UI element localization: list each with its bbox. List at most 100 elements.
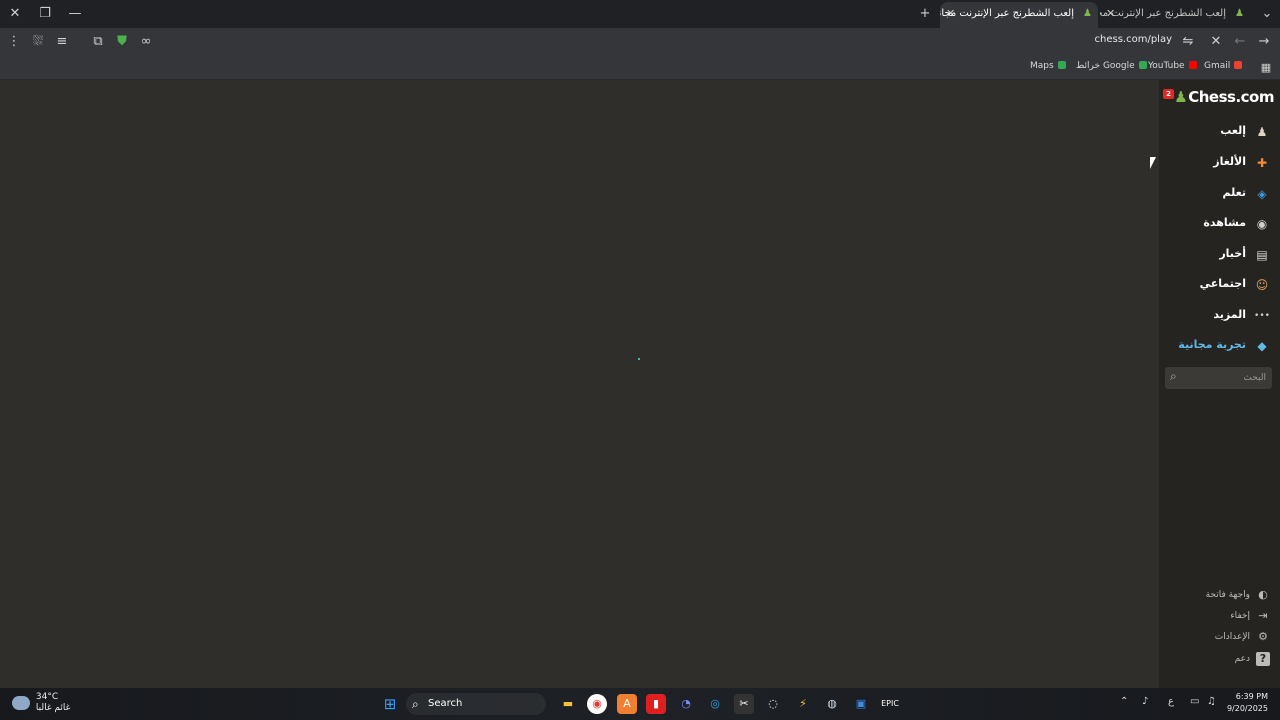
clock-time: 6:39 PM (1235, 692, 1268, 701)
nav-label: الألغاز (1213, 155, 1246, 168)
puzzle-icon: ✚ (1256, 156, 1268, 170)
weather-desc: غائم غالبا (35, 703, 71, 713)
nav-item-puzzles[interactable]: ✚ الألغاز (1159, 149, 1280, 177)
language-indicator[interactable]: ع (1168, 696, 1174, 707)
search-icon: ⌕ (412, 697, 419, 711)
gmail-icon (1234, 61, 1243, 69)
app-circle-icon[interactable]: ◌ (763, 694, 783, 714)
browser-toolbar: ⋮ ⛆ ≡ ⧉ ⛊ ∞ ☆ chess.com/play ⇋ ✕ ← → (0, 28, 1280, 56)
new-tab-button[interactable]: + (910, 0, 940, 28)
back-icon[interactable]: ← (1230, 32, 1250, 52)
apps-grid-icon[interactable]: ▦ (1256, 58, 1276, 78)
app-a-icon[interactable]: A (617, 694, 637, 714)
sidebar-search[interactable]: ⌕ (1165, 367, 1272, 389)
chess-sidebar: 2 ♟Chess.com ♟ إلعب ✚ الألغاز ◈ تعلم ◉ م… (1159, 80, 1280, 688)
clock-date: 9/20/2025 (1226, 704, 1268, 713)
chess-favicon-icon: ♟ (1083, 8, 1092, 19)
collapse-icon: ⇥ (1258, 609, 1268, 622)
tab-search-icon[interactable]: ⌄ (1252, 0, 1280, 28)
taskbar-search[interactable]: ⌕ Search (406, 693, 546, 715)
app-red-icon[interactable]: ▮ (646, 694, 666, 714)
incognito-icon[interactable]: ∞ (136, 32, 156, 52)
maps-icon (1057, 61, 1066, 69)
logo-text: Chess.com (1188, 88, 1274, 106)
clock[interactable]: 6:39 PM 9/20/2025 (1227, 691, 1268, 715)
bookmark-google-maps[interactable]: خرائط Google (1076, 61, 1147, 71)
tab-title: إلعب الشطرنج عبر الإنترنت مجاناً (940, 8, 1074, 19)
social-icon: ☺ (1255, 278, 1269, 292)
windows-start-icon[interactable]: ⊞ (380, 694, 400, 714)
search-label: Search (428, 698, 463, 709)
footer-support[interactable]: ? دعم (1159, 651, 1280, 669)
learn-icon: ◈ (1257, 187, 1267, 201)
epic-games-icon[interactable]: EPIC (880, 694, 900, 714)
nav-label: مشاهدة (1203, 216, 1246, 229)
nav-label: إلعب (1220, 124, 1246, 137)
youtube-icon (1188, 61, 1197, 69)
footer-light-theme[interactable]: ◐ واجهة فاتحة (1159, 587, 1280, 605)
help-icon: ? (1256, 652, 1270, 666)
url-text[interactable]: chess.com/play (1095, 34, 1173, 45)
window-restore-icon[interactable]: ❐ (30, 0, 60, 28)
tray-chevron-icon[interactable]: ⌃ (1120, 696, 1128, 707)
forward-icon[interactable]: → (1254, 32, 1274, 52)
tab-chess[interactable]: ✕ إلعب الشطرنج عبر الإنترنت مجاناً ♟ (1100, 2, 1250, 28)
nav-item-learn[interactable]: ◈ تعلم (1159, 180, 1280, 208)
extension-icon[interactable]: ⛆ (28, 32, 48, 52)
microphone-icon[interactable]: ♪ (1142, 696, 1148, 707)
stop-icon[interactable]: ✕ (1206, 32, 1226, 52)
bookmark-youtube[interactable]: YouTube (1148, 61, 1197, 71)
chess-favicon-icon: ♟ (1235, 8, 1244, 19)
tab-chess-active[interactable]: ✕ إلعب الشطرنج عبر الإنترنت مجاناً ♟ (940, 2, 1098, 28)
weather-temp: 34°C (35, 692, 59, 702)
nav-item-news[interactable]: ▤ أخبار (1159, 241, 1280, 269)
search-icon[interactable]: ⌕ (1170, 369, 1177, 384)
nav-item-social[interactable]: ☺ اجتماعي (1159, 271, 1280, 299)
search-input[interactable] (1196, 370, 1266, 386)
more-icon: ••• (1254, 311, 1270, 321)
nav-label: المزيد (1213, 308, 1246, 321)
app-store-icon[interactable]: ▣ (851, 694, 871, 714)
footer-settings[interactable]: ⚙ الإعدادات (1159, 629, 1280, 647)
file-explorer-icon[interactable]: ▬ (558, 694, 578, 714)
cloud-icon (12, 696, 30, 710)
kebab-menu-icon[interactable]: ⋮ (4, 32, 24, 52)
address-bar[interactable]: chess.com/play ⇋ (166, 31, 1200, 53)
tune-icon[interactable]: ⇋ (1178, 32, 1198, 52)
bookmark-gmail[interactable]: Gmail (1204, 61, 1243, 71)
diamond-icon: ◆ (1257, 339, 1267, 353)
page-content: 2 ♟Chess.com ♟ إلعب ✚ الألغاز ◈ تعلم ◉ م… (0, 80, 1280, 688)
nav-label: تجربة مجانية (1178, 338, 1246, 351)
app-yellow-icon[interactable]: ⚡ (793, 694, 813, 714)
bookmark-maps[interactable]: Maps (1030, 61, 1066, 71)
notification-badge[interactable]: 2 (1163, 89, 1174, 99)
discord-icon[interactable]: ◔ (676, 694, 696, 714)
network-icon[interactable]: ▭ (1190, 696, 1199, 707)
steam-icon[interactable]: ◍ (822, 694, 842, 714)
chess-logo[interactable]: ♟Chess.com (1174, 88, 1274, 106)
play-icon: ♟ (1256, 125, 1268, 139)
theme-icon: ◐ (1258, 588, 1268, 601)
pawn-logo-icon: ♟ (1174, 88, 1188, 106)
nav-item-watch[interactable]: ◉ مشاهدة (1159, 210, 1280, 238)
nav-item-free-trial[interactable]: ◆ تجربة مجانية (1159, 332, 1280, 360)
nav-item-more[interactable]: ••• المزيد (1159, 302, 1280, 330)
footer-label: واجهة فاتحة (1205, 590, 1250, 600)
puzzle-icon[interactable]: ⧉ (88, 32, 108, 52)
chrome-icon[interactable]: ◉ (587, 694, 607, 714)
window-minimize-icon[interactable]: — (60, 0, 90, 28)
footer-collapse[interactable]: ⇥ إخفاء (1159, 608, 1280, 626)
nav-label: أخبار (1219, 247, 1246, 260)
capcut-icon[interactable]: ✂ (734, 694, 754, 714)
nav-item-play[interactable]: ♟ إلعب (1159, 118, 1280, 146)
watch-icon: ◉ (1256, 217, 1268, 231)
volume-icon[interactable]: ♫ (1207, 696, 1216, 707)
loading-indicator (638, 358, 640, 360)
playlist-icon[interactable]: ≡ (52, 32, 72, 52)
shield-icon[interactable]: ⛊ (112, 32, 132, 52)
nav-label: تعلم (1222, 186, 1246, 199)
nav-label: اجتماعي (1199, 277, 1246, 290)
app-blue-icon[interactable]: ◎ (705, 694, 725, 714)
window-close-icon[interactable]: ✕ (0, 0, 30, 28)
weather-widget[interactable]: 34°C غائم غالبا (12, 692, 70, 714)
